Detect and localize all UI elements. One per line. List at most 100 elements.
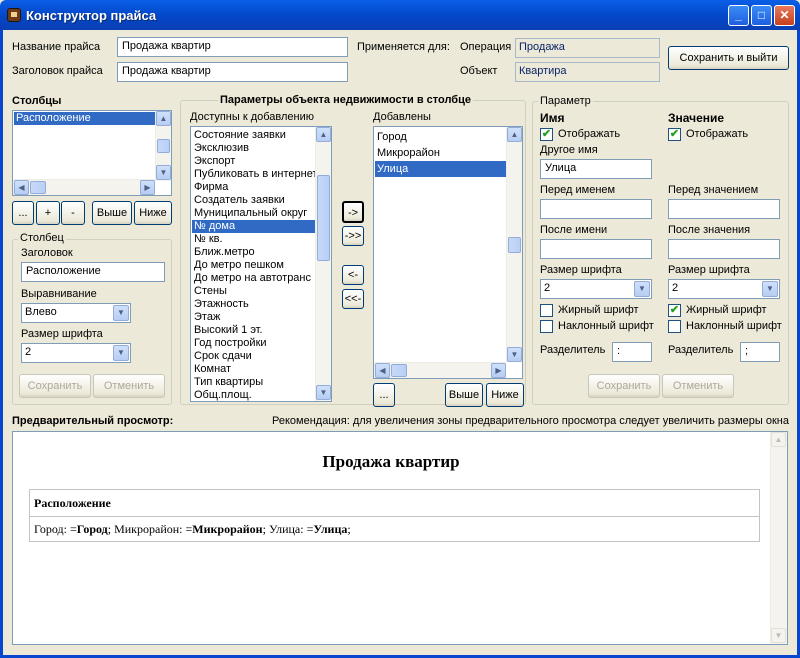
name-bold-checkbox[interactable] [540, 304, 553, 317]
before-name-input[interactable] [540, 199, 652, 219]
column-save-button[interactable]: Сохранить [19, 374, 91, 398]
columns-list[interactable]: Расположение ▲ ▼ ◀ ▶ [12, 110, 172, 196]
dropdown-arrow-icon[interactable]: ▼ [113, 345, 129, 361]
available-label: Доступны к добавлению [190, 111, 315, 123]
available-list-item[interactable]: Общ.площ. [192, 389, 316, 401]
columns-vscroll[interactable]: ▲ ▼ [155, 111, 171, 181]
available-list-item[interactable]: Тип квартиры [192, 376, 316, 389]
preview-pane[interactable]: Продажа квартир Расположение Город: =Гор… [12, 431, 788, 645]
available-list[interactable]: Состояние заявки Эксклюзив Экспорт Публиков… [190, 126, 332, 402]
available-list-item[interactable]: Высокий 1 эт. [192, 324, 316, 337]
dropdown-arrow-icon[interactable]: ▼ [113, 305, 129, 321]
show-name-checkbox[interactable]: ✔ [540, 128, 553, 141]
scroll-left-arrow-icon[interactable]: ◀ [375, 363, 390, 378]
available-list-item[interactable]: Состояние заявки [192, 129, 316, 142]
columns-more-button[interactable]: ... [12, 201, 34, 225]
scroll-thumb[interactable] [30, 181, 46, 194]
dropdown-arrow-icon[interactable]: ▼ [634, 281, 650, 297]
param-up-button[interactable]: Выше [445, 383, 483, 407]
move-all-left-button[interactable]: <<- [342, 289, 364, 309]
available-list-item[interactable]: До метро на автотранс [192, 272, 316, 285]
row-city-value: Город [76, 522, 108, 536]
price-name-input[interactable]: Продажа квартир [117, 37, 348, 57]
parameter-save-button[interactable]: Сохранить [588, 374, 660, 398]
column-up-button[interactable]: Выше [92, 201, 132, 225]
scroll-up-arrow-icon[interactable]: ▲ [507, 127, 522, 142]
before-value-input[interactable] [668, 199, 780, 219]
available-list-item[interactable]: Экспорт [192, 155, 316, 168]
scroll-right-arrow-icon[interactable]: ▶ [491, 363, 506, 378]
added-hscroll[interactable]: ◀ ▶ [374, 362, 506, 378]
columns-title: Столбцы [12, 95, 62, 107]
available-list-item[interactable]: Этажность [192, 298, 316, 311]
available-list-item[interactable]: Ближ.метро [192, 246, 316, 259]
available-list-item[interactable]: Стены [192, 285, 316, 298]
added-vscroll[interactable]: ▲ ▼ [506, 127, 522, 362]
available-list-item[interactable]: № дома [192, 220, 316, 233]
available-list-item[interactable]: Создатель заявки [192, 194, 316, 207]
after-name-input[interactable] [540, 239, 652, 259]
scroll-thumb[interactable] [508, 237, 521, 253]
move-one-left-button[interactable]: <- [342, 265, 364, 285]
scroll-down-arrow-icon[interactable]: ▼ [316, 385, 331, 400]
column-font-size-select[interactable]: 2 ▼ [21, 343, 131, 363]
column-down-button[interactable]: Ниже [134, 201, 172, 225]
available-list-item[interactable]: Срок сдачи [192, 350, 316, 363]
minimize-button[interactable]: _ [728, 5, 749, 26]
column-heading-input[interactable]: Расположение [21, 262, 165, 282]
preview-vscroll[interactable]: ▲ ▼ [770, 432, 787, 644]
available-vscroll[interactable]: ▲ ▼ [315, 127, 331, 401]
scroll-up-arrow-icon[interactable]: ▲ [156, 111, 171, 126]
name-font-size-select[interactable]: 2 ▼ [540, 279, 652, 299]
scroll-down-arrow-icon[interactable]: ▼ [507, 347, 522, 362]
move-one-right-button[interactable]: -> [342, 201, 364, 223]
name-separator-input[interactable]: : [612, 342, 652, 362]
remove-column-button[interactable]: - [61, 201, 85, 225]
value-separator-input[interactable]: ; [740, 342, 780, 362]
alignment-select[interactable]: Влево ▼ [21, 303, 131, 323]
after-value-input[interactable] [668, 239, 780, 259]
available-list-item[interactable]: Муниципальный округ [192, 207, 316, 220]
move-all-right-button[interactable]: ->> [342, 226, 364, 246]
scroll-down-arrow-icon[interactable]: ▼ [156, 165, 171, 180]
parameter-cancel-button[interactable]: Отменить [662, 374, 734, 398]
save-and-exit-button[interactable]: Сохранить и выйти [668, 46, 789, 70]
dropdown-arrow-icon[interactable]: ▼ [762, 281, 778, 297]
name-italic-checkbox[interactable] [540, 320, 553, 333]
preview-column-header: Расположение [34, 496, 111, 510]
scroll-thumb[interactable] [317, 175, 330, 261]
params-more-button[interactable]: ... [373, 383, 395, 407]
scroll-down-arrow-icon[interactable]: ▼ [771, 628, 786, 643]
value-italic-checkbox[interactable] [668, 320, 681, 333]
scroll-up-arrow-icon[interactable]: ▲ [316, 127, 331, 142]
show-value-checkbox[interactable]: ✔ [668, 128, 681, 141]
added-list[interactable]: Город Микрорайон Улица ▲ ▼ ◀ ▶ [373, 126, 523, 379]
maximize-button[interactable]: □ [751, 5, 772, 26]
other-name-input[interactable]: Улица [540, 159, 652, 179]
available-list-item[interactable]: Комнат [192, 363, 316, 376]
scroll-left-arrow-icon[interactable]: ◀ [14, 180, 29, 195]
available-list-item[interactable]: Фирма [192, 181, 316, 194]
available-list-item[interactable]: До метро пешком [192, 259, 316, 272]
scroll-thumb[interactable] [157, 139, 170, 153]
param-down-button[interactable]: Ниже [486, 383, 524, 407]
column-cancel-button[interactable]: Отменить [93, 374, 165, 398]
columns-hscroll[interactable]: ◀ ▶ [13, 179, 155, 195]
available-list-item[interactable]: Год постройки [192, 337, 316, 350]
available-list-item[interactable]: № кв. [192, 233, 316, 246]
added-list-item[interactable]: Город [375, 129, 507, 145]
scroll-up-arrow-icon[interactable]: ▲ [771, 432, 786, 447]
added-list-item[interactable]: Улица [375, 161, 507, 177]
available-list-item[interactable]: Этаж [192, 311, 316, 324]
add-column-button[interactable]: + [36, 201, 60, 225]
available-list-item[interactable]: Публиковать в интернет [192, 168, 316, 181]
available-list-item[interactable]: Эксклюзив [192, 142, 316, 155]
list-item[interactable]: Расположение [14, 112, 170, 125]
added-list-item[interactable]: Микрорайон [375, 145, 507, 161]
price-heading-input[interactable]: Продажа квартир [117, 62, 348, 82]
scroll-thumb[interactable] [391, 364, 407, 377]
value-font-size-select[interactable]: 2 ▼ [668, 279, 780, 299]
scroll-right-arrow-icon[interactable]: ▶ [140, 180, 155, 195]
close-button[interactable]: ✕ [774, 5, 795, 26]
value-bold-checkbox[interactable]: ✔ [668, 304, 681, 317]
